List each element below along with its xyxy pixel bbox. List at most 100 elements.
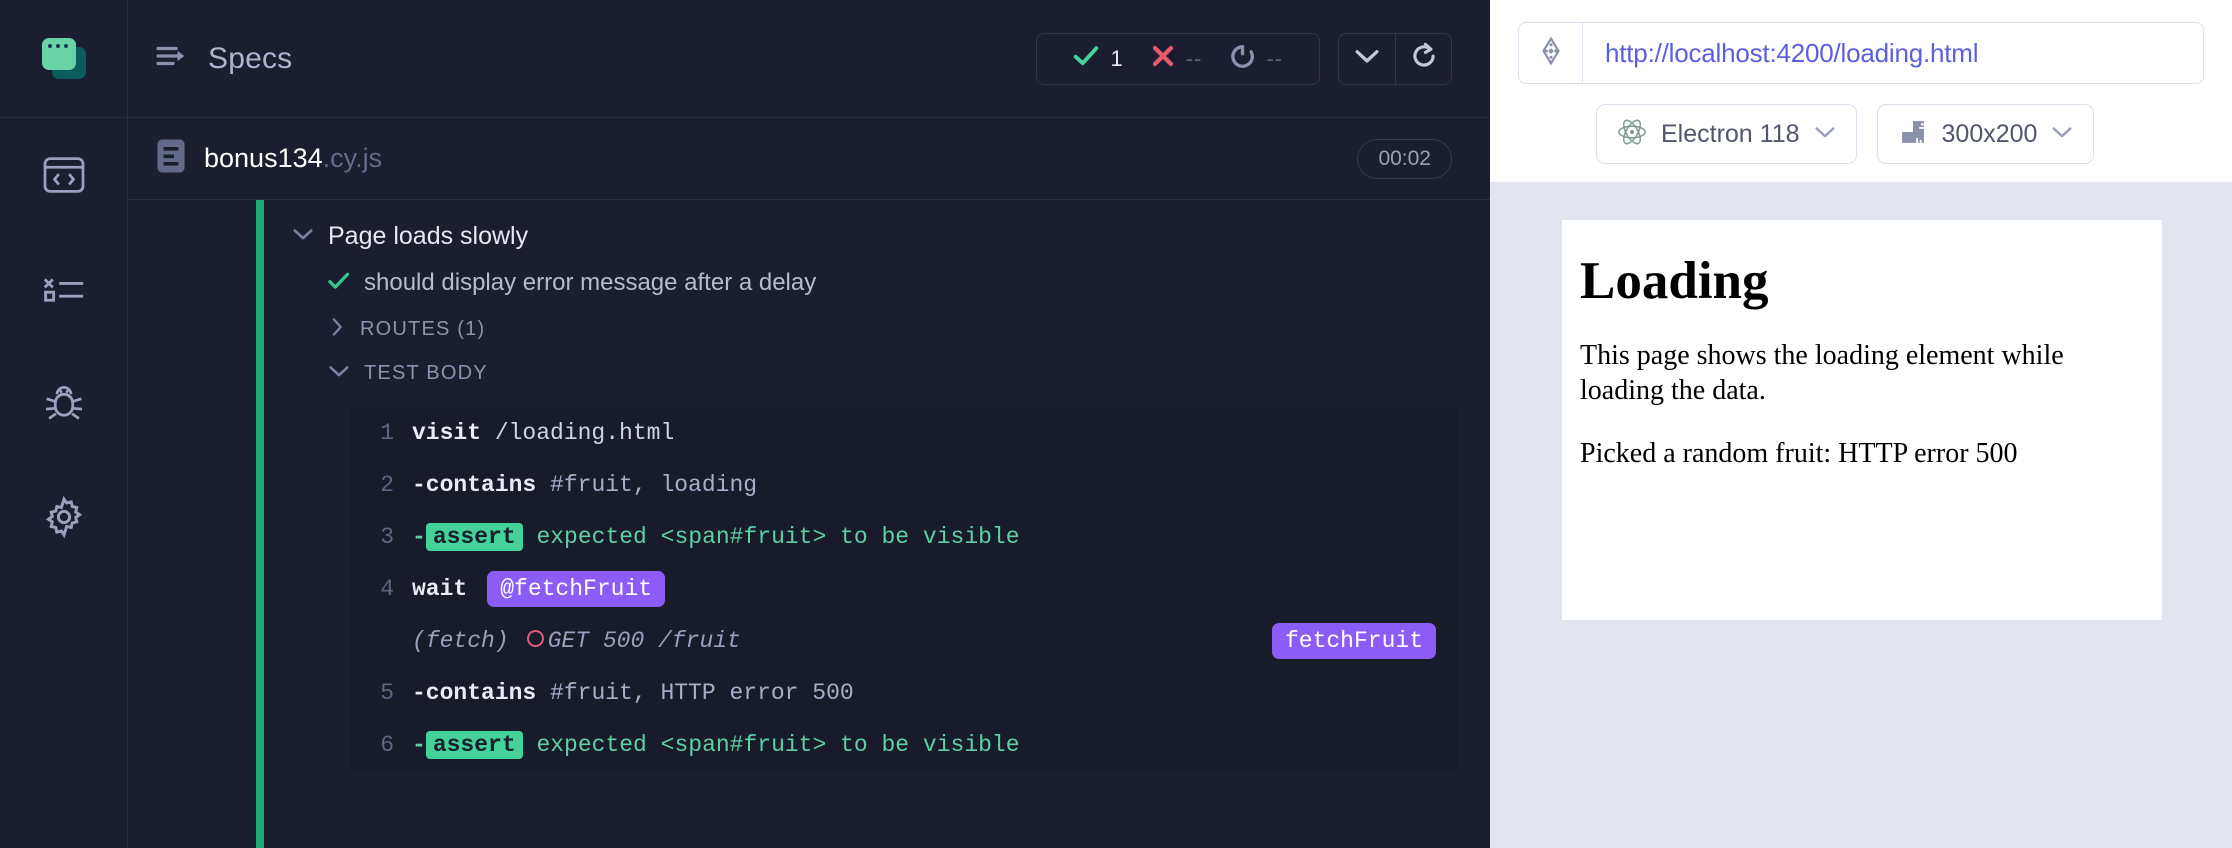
command-number: 3 <box>380 524 394 550</box>
aut-paragraph-1: This page shows the loading element whil… <box>1580 339 2064 406</box>
command-args: #fruit, HTTP error 500 <box>536 680 854 706</box>
spec-file-row[interactable]: bonus134.cy.js 00:02 <box>128 118 1490 200</box>
preview-panel: http://localhost:4200/loading.html Elect… <box>1490 0 2232 848</box>
test-list-icon <box>43 273 85 305</box>
url-input[interactable]: http://localhost:4200/loading.html <box>1583 23 1979 83</box>
assert-prefix: - <box>412 732 426 758</box>
suite-title: Page loads slowly <box>328 222 529 250</box>
pending-count: -- <box>1266 45 1283 71</box>
command-number: 4 <box>380 576 394 602</box>
route-detail: GET 500 /fruit <box>526 628 741 654</box>
test-tree: Page loads slowly should display error m… <box>128 200 1490 848</box>
preview-toolbar: http://localhost:4200/loading.html Elect… <box>1490 0 2232 182</box>
command-number: 1 <box>380 420 394 446</box>
expand-menu-button[interactable] <box>1339 34 1395 84</box>
browser-label: Electron 118 <box>1661 119 1800 148</box>
test-stats: 1 -- -- <box>1036 32 1320 85</box>
spec-file-extension: .cy.js <box>322 143 383 173</box>
passing-status-rail <box>256 200 264 848</box>
viewport-label: 300x200 <box>1941 119 2038 148</box>
selector-playground-button[interactable] <box>1519 23 1583 83</box>
ruler-icon <box>1898 117 1928 152</box>
command-args: expected <span#fruit> to be visible <box>522 732 1020 758</box>
command-method: wait <box>412 576 468 602</box>
command-log: 1 visit /loading.html 2 -contains #fruit… <box>350 407 1458 771</box>
command-row-wait[interactable]: 4 wait @fetchFruit <box>350 563 1458 615</box>
check-icon <box>1073 45 1099 72</box>
chevron-down-icon <box>1353 47 1381 70</box>
reporter-panel: Specs 1 -- -- bonus134.cy.js 00:02 Page … <box>128 0 1490 848</box>
chevron-down-icon <box>1814 125 1836 144</box>
electron-icon <box>1617 117 1647 152</box>
page-title: Specs <box>208 41 293 75</box>
command-method: visit <box>412 420 482 446</box>
aut-container: Loading This page shows the loading elem… <box>1490 182 2232 848</box>
chevron-down-icon <box>328 364 350 383</box>
failed-count: -- <box>1185 45 1203 71</box>
command-number: 5 <box>380 680 394 706</box>
selector-playground-icon <box>1536 36 1566 71</box>
file-icon <box>156 138 186 179</box>
code-window-icon <box>43 156 85 194</box>
aut-frame[interactable]: Loading This page shows the loading elem… <box>1562 220 2162 620</box>
specs-header: Specs 1 -- -- <box>128 0 1490 118</box>
chevron-down-icon <box>2051 125 2073 144</box>
command-row-assertion[interactable]: 6 - assert expected <span#fruit> to be vi… <box>350 719 1458 771</box>
command-row-route[interactable]: (fetch) GET 500 /fruit fetchFruit <box>350 615 1458 667</box>
restart-icon <box>1410 42 1438 75</box>
x-icon <box>1151 44 1175 73</box>
stat-failed: -- <box>1137 44 1217 73</box>
chevron-down-icon <box>292 227 314 246</box>
section-routes[interactable]: ROUTES (1) <box>164 307 1490 352</box>
pending-circle-icon <box>1230 44 1255 74</box>
section-label-routes: ROUTES (1) <box>360 318 486 340</box>
assert-chip: assert <box>425 731 523 759</box>
command-args: expected <span#fruit> to be visible <box>522 524 1020 550</box>
test-row[interactable]: should display error message after a del… <box>164 259 1490 307</box>
bug-icon <box>43 383 85 423</box>
browser-selector[interactable]: Electron 118 <box>1596 104 1857 164</box>
app-root: Specs 1 -- -- bonus134.cy.js 00:02 Page … <box>0 0 2232 848</box>
passed-count: 1 <box>1110 45 1123 71</box>
sidebar-item-runs[interactable] <box>0 232 127 346</box>
command-method: -contains <box>412 680 537 706</box>
spec-duration: 00:02 <box>1357 138 1452 179</box>
viewport-selector[interactable]: 300x200 <box>1876 104 2095 164</box>
sidebar-item-settings[interactable] <box>0 460 127 574</box>
stat-passed: 1 <box>1059 45 1136 72</box>
command-row[interactable]: 1 visit /loading.html <box>350 407 1458 459</box>
command-row[interactable]: 5 -contains #fruit, HTTP error 500 <box>350 667 1458 719</box>
run-controls <box>1338 32 1452 85</box>
icon-sidebar <box>0 0 128 848</box>
assert-chip: assert <box>425 523 523 551</box>
url-bar: http://localhost:4200/loading.html <box>1518 22 2204 84</box>
command-number: 6 <box>380 732 394 758</box>
alias-chip[interactable]: @fetchFruit <box>487 571 666 607</box>
command-row[interactable]: 2 -contains #fruit, loading <box>350 459 1458 511</box>
spec-file-name: bonus134.cy.js <box>204 143 383 173</box>
command-row-assertion[interactable]: 3 - assert expected <span#fruit> to be vi… <box>350 511 1458 563</box>
gear-icon <box>43 496 85 538</box>
preview-selectors: Electron 118 300x200 <box>1518 104 2204 164</box>
test-title: should display error message after a del… <box>364 269 817 296</box>
sidebar-item-debug[interactable] <box>0 346 127 460</box>
aut-heading: Loading <box>1580 252 1769 310</box>
reporter-header-controls: 1 -- -- <box>1036 32 1452 85</box>
assert-prefix: - <box>412 524 426 550</box>
section-test-body[interactable]: TEST BODY <box>164 352 1490 395</box>
command-args: /loading.html <box>481 420 675 446</box>
restart-button[interactable] <box>1395 33 1451 84</box>
command-number: 2 <box>380 472 394 498</box>
sidebar-item-specs[interactable] <box>0 118 127 232</box>
specs-toggle[interactable]: Specs <box>156 42 292 76</box>
cypress-logo[interactable] <box>0 0 127 118</box>
command-args: #fruit, loading <box>536 472 758 498</box>
route-type-label: (fetch) <box>412 628 509 654</box>
suite-row[interactable]: Page loads slowly <box>164 214 1490 259</box>
aut-paragraph-2: Picked a random fruit: HTTP error 500 <box>1580 437 2018 469</box>
stat-pending: -- <box>1216 44 1297 74</box>
collapse-arrow-icon <box>156 44 190 73</box>
route-alias-chip[interactable]: fetchFruit <box>1271 623 1436 659</box>
failed-status-ring-icon <box>526 630 544 647</box>
chevron-right-icon <box>328 317 346 342</box>
